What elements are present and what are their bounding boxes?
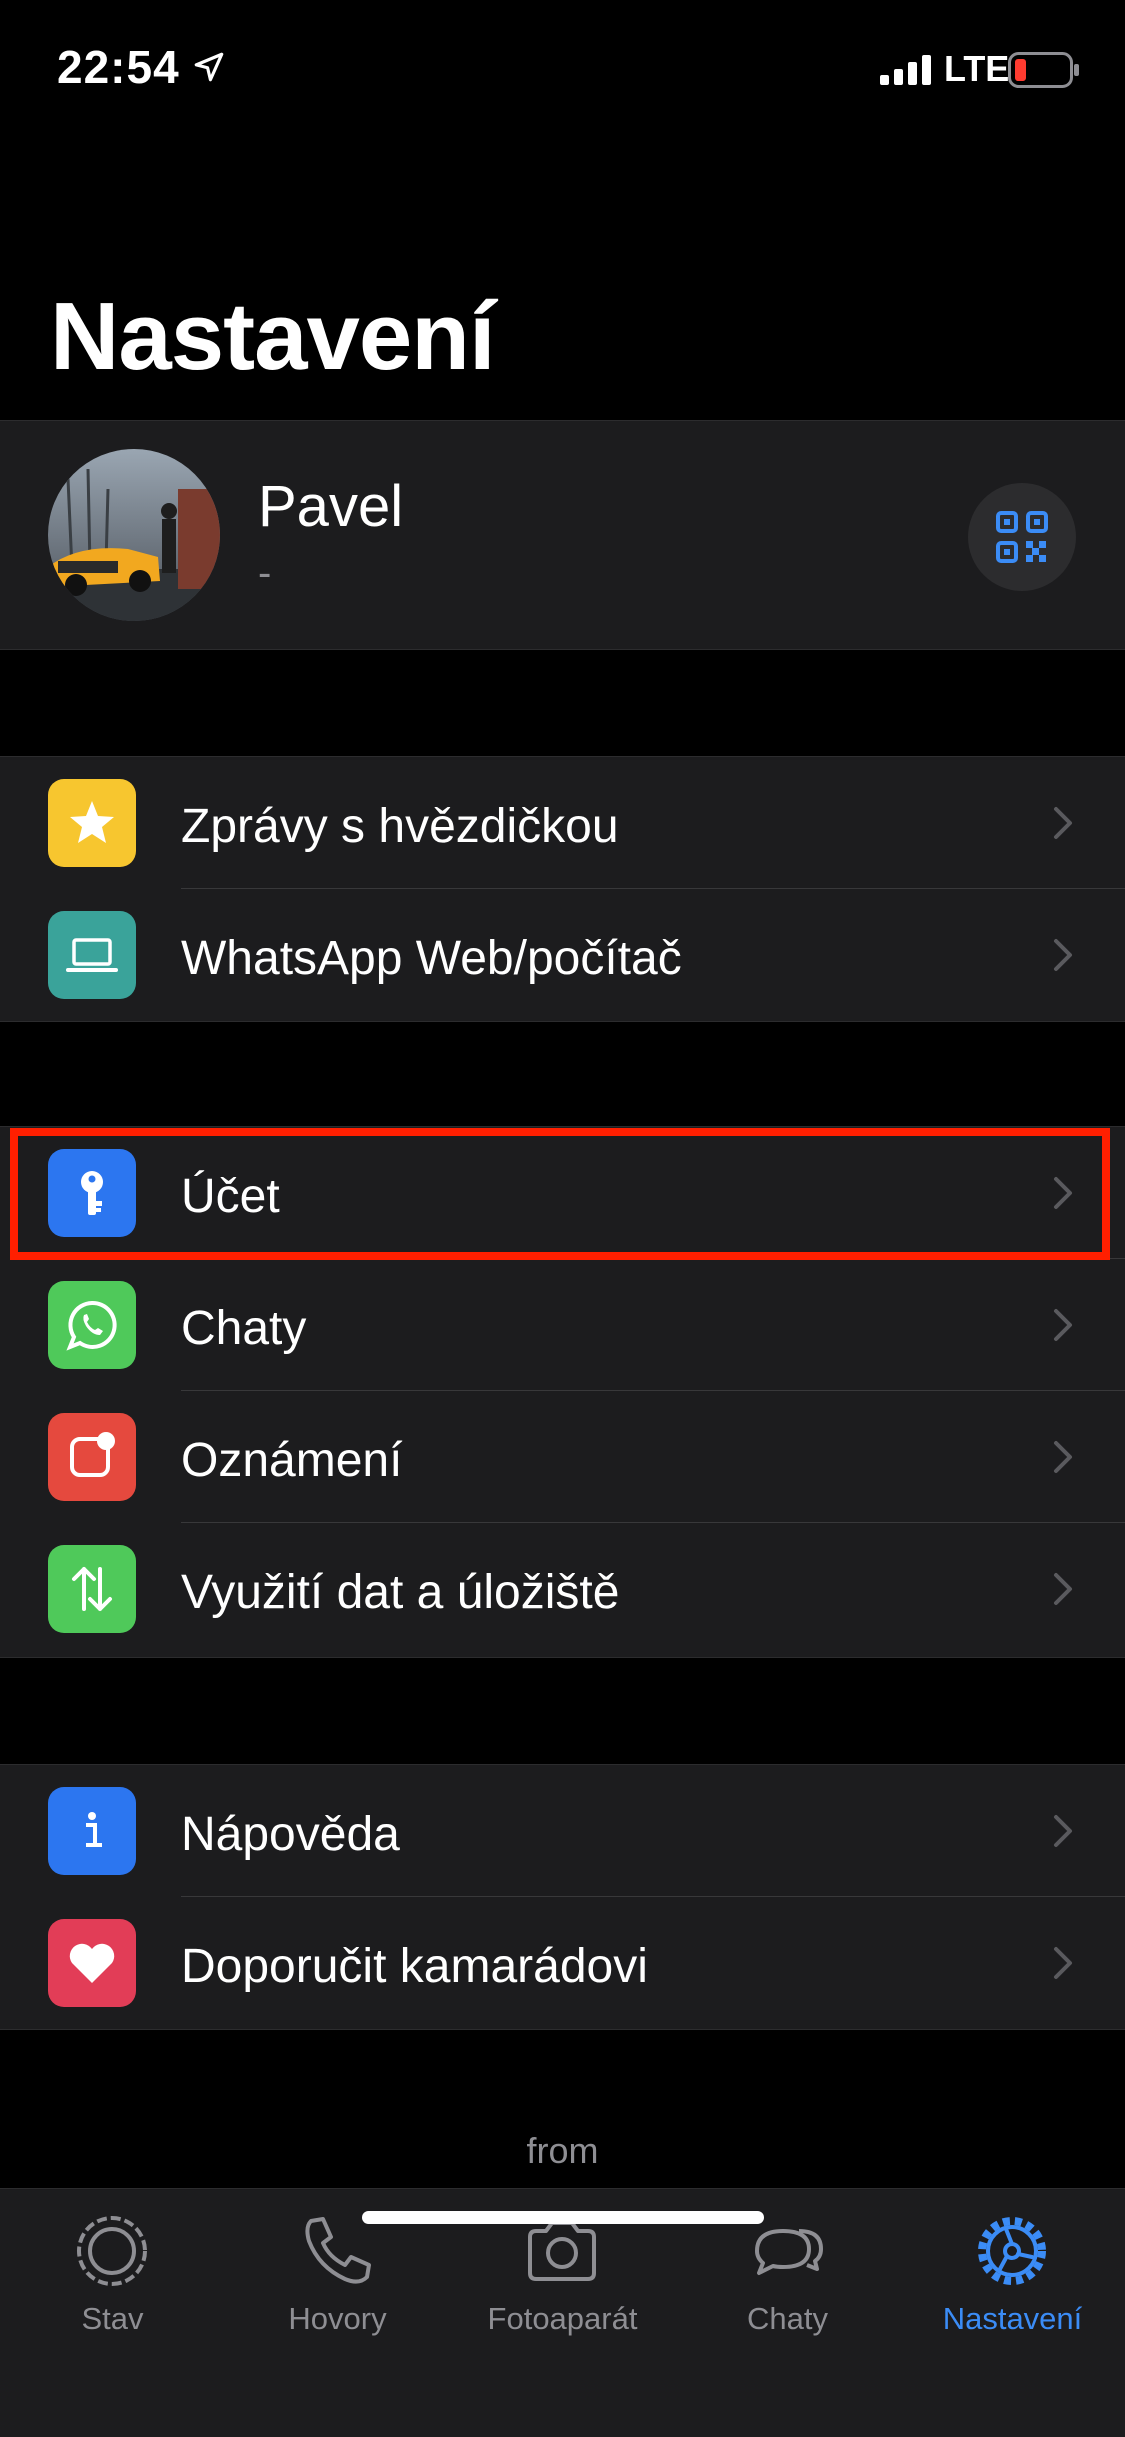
menu-item-account[interactable]: Účet xyxy=(0,1127,1125,1259)
settings-group-1: Zprávy s hvězdičkou WhatsApp Web/počítač xyxy=(0,756,1125,1022)
menu-item-data-storage[interactable]: Využití dat a úložiště xyxy=(0,1523,1125,1655)
menu-item-help[interactable]: Nápověda xyxy=(0,1765,1125,1897)
chevron-right-icon xyxy=(1054,807,1072,839)
status-bar: 22:54 LTE xyxy=(0,0,1125,140)
chevron-right-icon xyxy=(1054,1309,1072,1341)
menu-item-starred-messages[interactable]: Zprávy s hvězdičkou xyxy=(0,757,1125,889)
data-arrows-icon xyxy=(48,1545,136,1633)
info-icon xyxy=(48,1787,136,1875)
menu-item-notifications[interactable]: Oznámení xyxy=(0,1391,1125,1523)
menu-item-whatsapp-web[interactable]: WhatsApp Web/počítač xyxy=(0,889,1125,1021)
status-icon xyxy=(77,2216,147,2286)
settings-group-2: Účet Chaty Oznámení Využití dat a úložiš… xyxy=(0,1126,1125,1658)
tab-label: Fotoaparát xyxy=(487,2301,638,2336)
battery-icon xyxy=(1008,52,1079,88)
tab-label: Nastavení xyxy=(942,2301,1083,2336)
profile-card[interactable]: Pavel - xyxy=(0,420,1125,650)
menu-item-label: WhatsApp Web/počítač xyxy=(181,932,682,985)
tab-label: Stav xyxy=(81,2301,144,2336)
menu-item-chats[interactable]: Chaty xyxy=(0,1259,1125,1391)
laptop-icon xyxy=(48,911,136,999)
chevron-right-icon xyxy=(1054,1947,1072,1979)
tab-status[interactable]: Stav xyxy=(0,2189,225,2369)
home-indicator[interactable] xyxy=(362,2211,764,2224)
chevron-right-icon xyxy=(1054,1573,1072,1605)
network-type: LTE xyxy=(944,48,1010,89)
qr-code-button[interactable] xyxy=(968,483,1076,591)
tab-settings[interactable]: Nastavení xyxy=(900,2189,1125,2369)
chevron-right-icon xyxy=(1054,1815,1072,1847)
profile-name: Pavel xyxy=(258,474,404,539)
qr-code-icon xyxy=(996,511,1048,563)
chevron-right-icon xyxy=(1054,1177,1072,1209)
menu-item-label: Účet xyxy=(181,1170,280,1223)
chevron-right-icon xyxy=(1054,939,1072,971)
notification-icon xyxy=(48,1413,136,1501)
settings-group-3: Nápověda Doporučit kamarádovi xyxy=(0,1764,1125,2030)
from-footer: from xyxy=(526,2130,599,2171)
menu-item-label: Využití dat a úložiště xyxy=(181,1566,620,1619)
menu-item-label: Oznámení xyxy=(181,1434,403,1487)
signal-strength-icon xyxy=(880,55,931,85)
menu-item-label: Zprávy s hvězdičkou xyxy=(181,800,619,853)
star-icon xyxy=(48,779,136,867)
menu-item-tell-friend[interactable]: Doporučit kamarádovi xyxy=(0,1897,1125,2029)
whatsapp-icon xyxy=(48,1281,136,1369)
tab-label: Hovory xyxy=(288,2301,387,2336)
profile-status: - xyxy=(258,551,272,595)
chevron-right-icon xyxy=(1054,1441,1072,1473)
status-time: 22:54 xyxy=(57,41,180,93)
tab-label: Chaty xyxy=(747,2301,828,2336)
avatar[interactable] xyxy=(48,449,220,621)
menu-item-label: Nápověda xyxy=(181,1808,400,1861)
heart-icon xyxy=(48,1919,136,2007)
menu-item-label: Doporučit kamarádovi xyxy=(181,1940,648,1993)
menu-item-label: Chaty xyxy=(181,1302,307,1355)
page-title: Nastavení xyxy=(50,283,496,390)
key-icon xyxy=(48,1149,136,1237)
tab-bar: Stav Hovory Fotoaparát Chaty Nastavení xyxy=(0,2188,1125,2437)
location-arrow-icon xyxy=(194,52,224,82)
settings-gear-icon xyxy=(978,2217,1046,2285)
